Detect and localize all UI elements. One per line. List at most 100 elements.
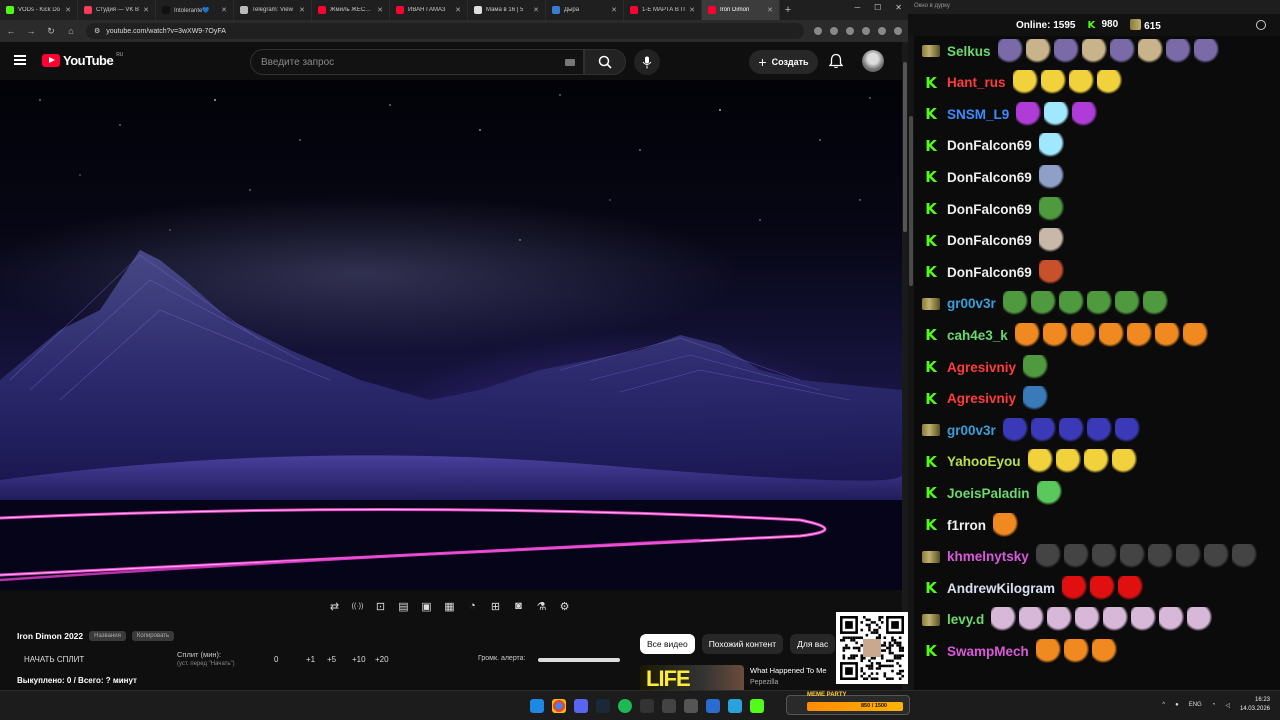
extension-icon[interactable]	[814, 27, 822, 35]
menu-icon[interactable]	[14, 55, 26, 65]
chip-for-you[interactable]: Для вас	[790, 634, 836, 654]
extension-icon[interactable]	[878, 27, 886, 35]
browser-tab[interactable]: Студия — VK В ✕	[78, 0, 156, 20]
browser-tab[interactable]: Iron Dimon ✕	[702, 0, 780, 20]
chat-username[interactable]: DonFalcon69	[947, 265, 1032, 280]
app-icon[interactable]	[684, 699, 698, 713]
chat-username[interactable]: gr00v3r	[947, 423, 996, 438]
scrollbar-thumb[interactable]	[903, 62, 907, 232]
browser-tab[interactable]: Жмиль ЖЁСТКИ ✕	[312, 0, 390, 20]
browser-tab[interactable]: Мама в 16 | 5 ✕	[468, 0, 546, 20]
voice-search-button[interactable]	[634, 49, 660, 75]
chat-username[interactable]: DonFalcon69	[947, 233, 1032, 248]
chip-all-videos[interactable]: Все видео	[640, 634, 695, 654]
tab-close-icon[interactable]: ✕	[221, 6, 227, 14]
start-split-button[interactable]: НАЧАТЬ СПЛИТ	[24, 655, 84, 664]
browser-tab[interactable]: VODs - Kick Do ✕	[0, 0, 78, 20]
address-bar[interactable]: ⚙ youtube.com/watch?v=3wXW9-7OyFA	[86, 23, 804, 39]
video-player[interactable]	[0, 80, 902, 590]
loop-icon[interactable]: ⇄	[326, 598, 343, 614]
account-avatar[interactable]	[862, 50, 884, 72]
search-input[interactable]: Введите запрос	[250, 49, 584, 75]
chat-username[interactable]: Selkus	[947, 44, 991, 59]
chat-username[interactable]: cah4e3_k	[947, 328, 1008, 343]
steam-icon[interactable]	[596, 699, 610, 713]
add-clip-icon[interactable]: ⊞	[487, 598, 504, 614]
maximize-icon[interactable]: ☐	[874, 3, 881, 12]
chip-related[interactable]: Похожий контент	[701, 634, 784, 654]
site-info-icon[interactable]: ⚙	[94, 27, 100, 35]
media-player-icon[interactable]	[706, 699, 720, 713]
search-button[interactable]	[584, 49, 626, 75]
spotify-icon[interactable]	[618, 699, 632, 713]
browser-tab[interactable]: Intolerante💙 ✕	[156, 0, 234, 20]
chat-username[interactable]: AndrewKilogram	[947, 581, 1055, 596]
video-channel[interactable]: Pepezilla	[750, 677, 827, 689]
chat-username[interactable]: SwampMech	[947, 644, 1029, 659]
kick-app-icon[interactable]	[750, 699, 764, 713]
pip-icon[interactable]: ▣	[418, 598, 435, 614]
chat-username[interactable]: JoeisPaladin	[947, 486, 1030, 501]
browser-tab[interactable]: 1-Е МАРТА В П ✕	[624, 0, 702, 20]
wifi-icon[interactable]: ◔	[1212, 702, 1216, 708]
tab-close-icon[interactable]: ✕	[299, 6, 305, 14]
back-icon[interactable]: ←	[6, 26, 16, 36]
chat-username[interactable]: DonFalcon69	[947, 138, 1032, 153]
create-button[interactable]: + Создать	[749, 50, 818, 74]
tab-close-icon[interactable]: ✕	[377, 6, 383, 14]
chat-username[interactable]: Agresivniy	[947, 360, 1016, 375]
chrome-icon[interactable]	[552, 699, 566, 713]
speed-icon[interactable]: ◔	[464, 598, 481, 614]
add-10-button[interactable]: +10	[352, 655, 366, 664]
screenshot-icon[interactable]: ◙	[510, 598, 527, 614]
extension-icon[interactable]	[846, 27, 854, 35]
reload-icon[interactable]: ↻	[46, 26, 56, 37]
minimize-icon[interactable]: ─	[854, 3, 860, 12]
chat-username[interactable]: f1rron	[947, 518, 986, 533]
chat-username[interactable]: DonFalcon69	[947, 170, 1032, 185]
telegram-icon[interactable]	[728, 699, 742, 713]
alert-volume-slider[interactable]	[538, 658, 620, 662]
forward-icon[interactable]: →	[26, 26, 36, 36]
lab-icon[interactable]: ⚗	[533, 598, 550, 614]
add-5-button[interactable]: +5	[327, 655, 336, 664]
add-20-button[interactable]: +20	[375, 655, 389, 664]
chat-username[interactable]: gr00v3r	[947, 296, 996, 311]
add-1-button[interactable]: +1	[306, 655, 315, 664]
chat-username[interactable]: DonFalcon69	[947, 202, 1032, 217]
settings-icon[interactable]: ⚙	[556, 598, 573, 614]
extension-icon[interactable]	[862, 27, 870, 35]
tab-close-icon[interactable]: ✕	[611, 6, 617, 14]
new-tab-button[interactable]: +	[780, 4, 796, 16]
tab-close-icon[interactable]: ✕	[455, 6, 461, 14]
profile-icon[interactable]	[894, 27, 902, 35]
volume-icon[interactable]: ◁	[1225, 702, 1230, 709]
broadcast-icon[interactable]: ((·))	[349, 598, 366, 614]
obs-icon[interactable]	[640, 699, 654, 713]
chat-settings-icon[interactable]	[1256, 20, 1266, 30]
tab-close-icon[interactable]: ✕	[689, 6, 695, 14]
channel-name[interactable]: Iron Dimon 2022	[17, 631, 83, 641]
clapper-icon[interactable]: ▤	[395, 598, 412, 614]
language-indicator[interactable]: ENG	[1189, 702, 1202, 708]
tab-close-icon[interactable]: ✕	[767, 6, 773, 14]
video-title[interactable]: What Happened To Me	[750, 665, 827, 677]
browser-tab[interactable]: ИВАН ГАМАЗ ✕	[390, 0, 468, 20]
extension-icon[interactable]	[830, 27, 838, 35]
chat-username[interactable]: khmelnytsky	[947, 549, 1029, 564]
browser-tab[interactable]: Telegram: View ✕	[234, 0, 312, 20]
chat-username[interactable]: SNSM_L9	[947, 107, 1009, 122]
frames-icon[interactable]: ▦	[441, 598, 458, 614]
app-icon[interactable]	[662, 699, 676, 713]
chat-scrollbar[interactable]	[908, 36, 914, 690]
youtube-logo[interactable]: YouTube RU	[42, 52, 123, 68]
split-value[interactable]: 0	[274, 655, 278, 664]
screen-record-icon[interactable]: ⊡	[372, 598, 389, 614]
chat-username[interactable]: Hant_rus	[947, 75, 1006, 90]
browser-tab[interactable]: Дыра ✕	[546, 0, 624, 20]
tab-close-icon[interactable]: ✕	[533, 6, 539, 14]
start-icon[interactable]	[530, 699, 544, 713]
chat-username[interactable]: levy.d	[947, 612, 984, 627]
tab-close-icon[interactable]: ✕	[143, 6, 149, 14]
copy-button[interactable]: Копировать	[131, 631, 175, 641]
